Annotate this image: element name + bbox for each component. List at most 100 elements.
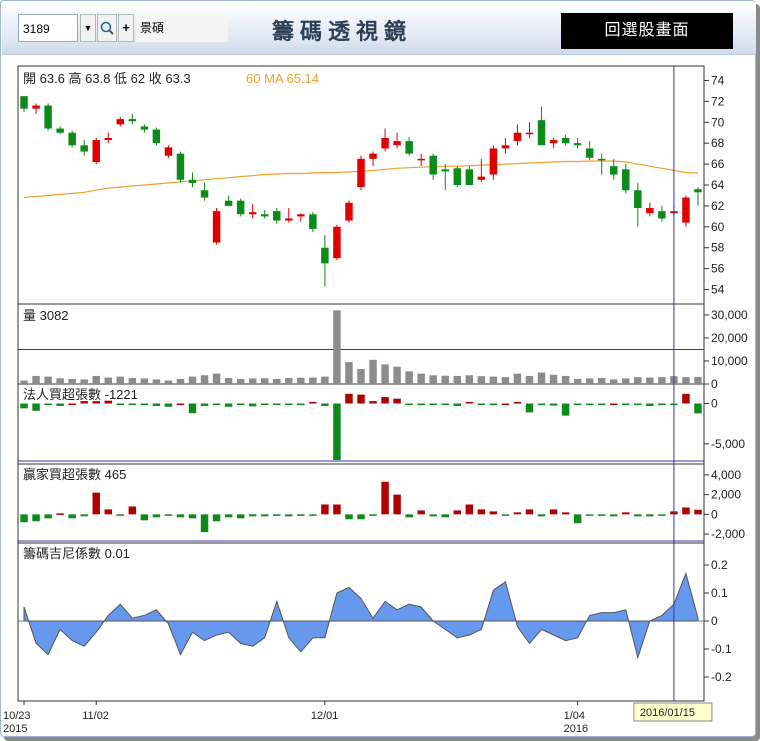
major-holder-bar <box>477 509 486 515</box>
add-button[interactable]: + <box>118 14 134 42</box>
candle-body <box>453 168 462 185</box>
major-holder-bar <box>236 514 245 519</box>
major-holder-bar <box>44 514 52 519</box>
institution-bar <box>369 401 377 404</box>
institution-bar <box>333 403 341 460</box>
institution-bar <box>236 403 245 406</box>
candle-body <box>32 105 40 109</box>
toolbar: 3189 ▼ + 景碩 籌碼透視鏡 回選股畫面 <box>2 2 756 55</box>
volume-bar <box>525 375 534 384</box>
major-holder-bar <box>658 514 666 516</box>
candle-body <box>309 214 317 229</box>
institution-bar <box>273 403 281 406</box>
major-holder-bar <box>417 510 425 515</box>
candle-body <box>658 211 666 219</box>
candle-body <box>646 208 654 214</box>
candle-body <box>212 211 221 243</box>
gini-tick-label-4: -0.2 <box>711 670 732 684</box>
institution-bar <box>248 403 257 407</box>
price-tick-label-7: 60 <box>711 220 725 234</box>
institution-bar <box>658 403 666 406</box>
x-tick-label-3: 1/04 <box>564 710 585 722</box>
page-title: 籌碼透視鏡 <box>271 19 412 44</box>
candle-body <box>128 119 137 122</box>
candle-body <box>381 137 389 149</box>
major-holder-bar <box>260 514 269 517</box>
ma-readout: 60 MA 65.14 <box>246 71 319 86</box>
major-holder-bar <box>20 514 28 523</box>
candle-body <box>634 190 642 208</box>
major-holder-tick-label-0: 4,000 <box>711 468 741 482</box>
institution-bar <box>525 403 534 413</box>
candle-body <box>236 200 245 215</box>
volume-bar <box>634 377 642 384</box>
candle-body <box>56 128 64 133</box>
major-holder-bar <box>597 514 606 516</box>
stock-code-input[interactable]: 3189 <box>18 14 78 42</box>
candle-body <box>188 179 197 183</box>
major-holder-tick-label-2: 0 <box>711 507 718 521</box>
institution-bar <box>597 403 606 406</box>
major-holder-bar <box>164 514 173 516</box>
institution-bar <box>694 403 702 414</box>
candle-body <box>321 247 329 264</box>
search-button[interactable] <box>97 14 117 42</box>
price-tick-label-4: 66 <box>711 157 725 171</box>
major-holder-bar <box>513 512 522 515</box>
chart-area[interactable]: 74 72 70 68 66 64 62 60 58 56 54 30,000 20,000 10,00… <box>1 53 755 736</box>
candle-body <box>405 141 413 154</box>
institution-bar <box>20 403 28 409</box>
volume-bar <box>176 378 185 384</box>
major-holder-bar <box>285 514 293 517</box>
institution-bar <box>128 403 137 406</box>
candle-body <box>273 211 281 221</box>
volume-tick-label-0: 30,000 <box>711 308 748 322</box>
major-holder-bar <box>585 514 594 516</box>
volume-bar <box>369 359 377 384</box>
volume-bar <box>224 378 233 384</box>
x-year-label-0: 2015 <box>3 723 27 735</box>
major-holder-bar <box>561 512 570 515</box>
volume-bar <box>694 376 702 384</box>
volume-bar <box>549 374 558 384</box>
major-holder-bar <box>465 504 474 515</box>
app-window: 3189 ▼ + 景碩 籌碼透視鏡 回選股畫面 74 72 70 68 66 64 62 60… <box>0 0 756 737</box>
institution-bar <box>297 403 305 406</box>
back-to-screener-button[interactable]: 回選股畫面 <box>561 13 733 49</box>
candle-body <box>489 148 498 175</box>
major-holder-bar <box>610 514 618 517</box>
institution-bar <box>561 403 570 416</box>
candle-body <box>152 129 161 144</box>
major-holder-bar <box>200 514 209 533</box>
volume-bar <box>537 372 546 384</box>
major-holder-bar <box>176 514 185 518</box>
major-holder-bar <box>573 514 582 524</box>
volume-bar <box>441 375 449 384</box>
gini-readout: 籌碼吉尼係數 0.01 <box>23 546 130 561</box>
candle-body <box>417 158 425 161</box>
candle-body <box>80 145 88 152</box>
volume-bar <box>128 378 137 384</box>
institution-bar <box>429 403 437 406</box>
volume-bar <box>164 380 173 384</box>
major-holder-bar <box>116 514 125 516</box>
institution-bar <box>417 403 425 406</box>
institution-bar <box>646 403 654 406</box>
institution-bar <box>682 393 690 404</box>
volume-bar <box>248 378 257 384</box>
volume-bar <box>357 369 365 384</box>
institution-bar <box>285 403 293 406</box>
volume-bar <box>489 376 498 384</box>
panel-frame-gini <box>17 542 705 702</box>
stock-dropdown-button[interactable]: ▼ <box>80 14 96 42</box>
stock-name: 景碩 <box>136 14 228 42</box>
volume-bar <box>273 378 281 384</box>
candle-body <box>610 166 618 175</box>
major-holder-bar <box>682 507 690 515</box>
candle-body <box>573 143 582 146</box>
volume-bar <box>116 376 125 384</box>
major-holder-bar <box>429 514 437 517</box>
institution-bar <box>537 403 546 406</box>
institution-bar <box>345 393 353 404</box>
major-holder-bar <box>309 514 317 516</box>
